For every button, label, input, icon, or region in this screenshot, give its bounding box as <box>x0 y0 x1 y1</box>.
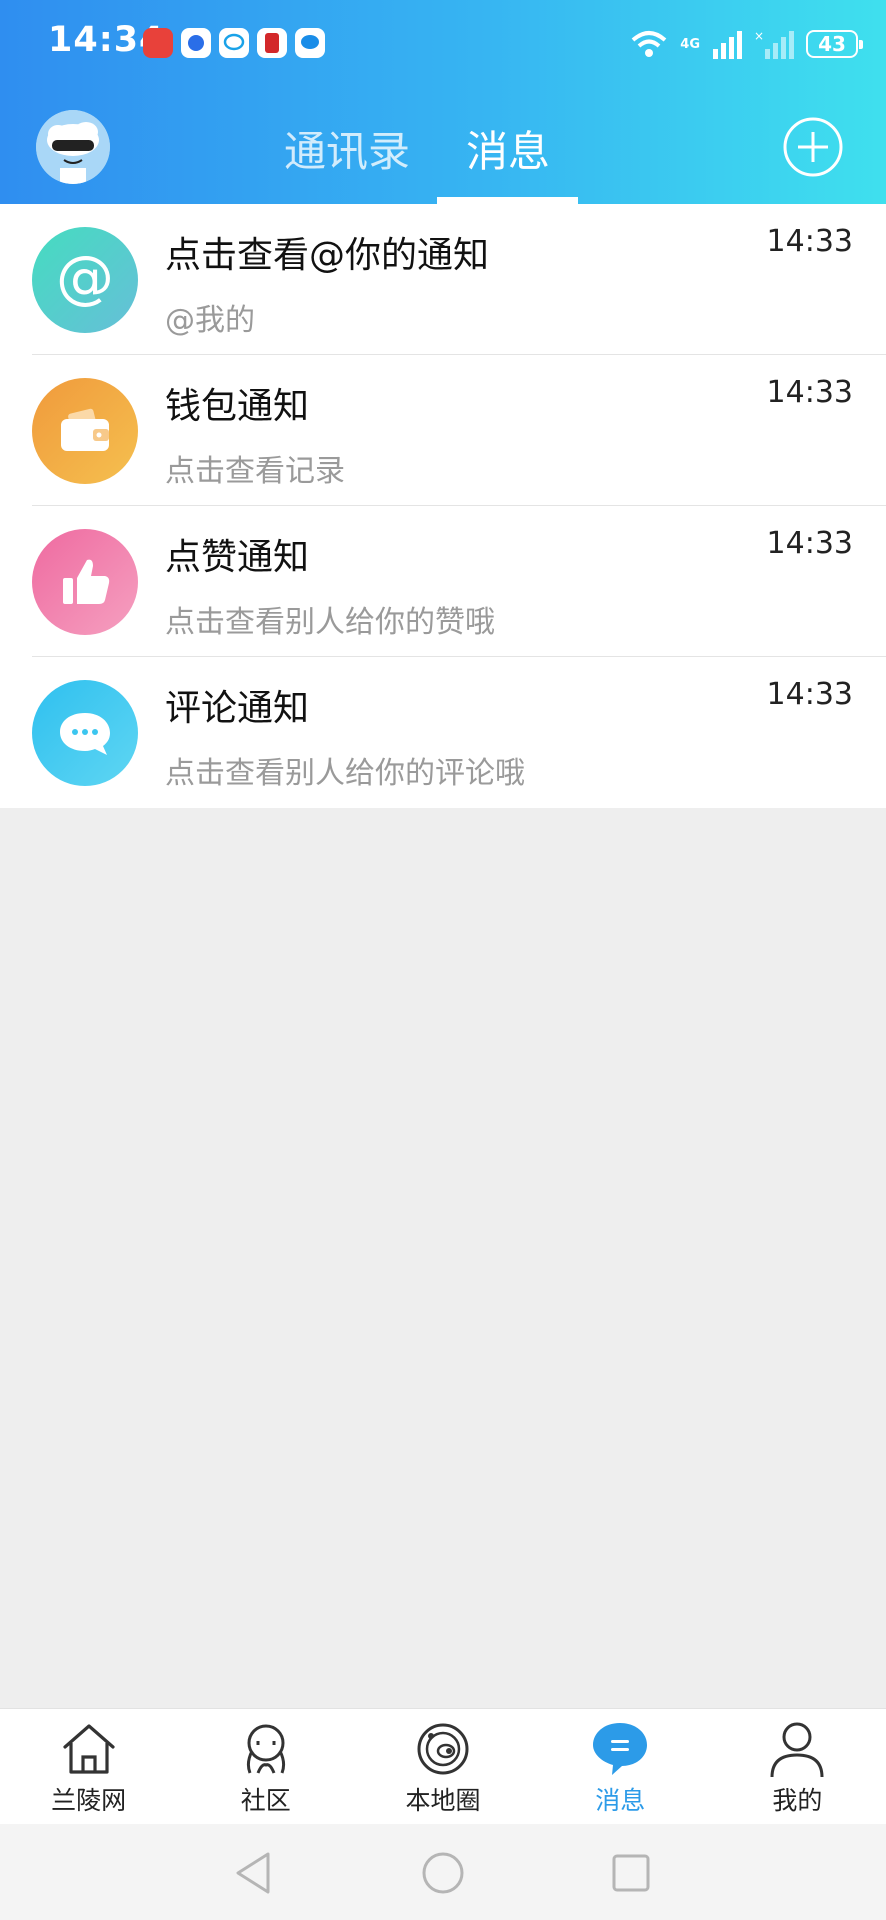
nav-item-local[interactable]: 本地圈 <box>354 1709 531 1825</box>
wifi-icon <box>631 31 667 57</box>
chat-bubble-icon <box>219 28 249 58</box>
message-time: 14:33 <box>766 677 853 712</box>
community-icon <box>246 1724 285 1774</box>
list-item-mentions[interactable]: @ 点击查看@你的通知 @我的 14:33 <box>0 204 886 355</box>
list-item-likes[interactable]: 点赞通知 点击查看别人给你的赞哦 14:33 <box>0 506 886 657</box>
nav-item-me[interactable]: 我的 <box>709 1709 886 1825</box>
system-nav-bar <box>0 1824 886 1920</box>
home-circle-icon[interactable] <box>420 1850 466 1896</box>
nav-label: 社区 <box>240 1786 291 1815</box>
message-title: 钱包通知 <box>165 386 310 427</box>
active-tab-indicator <box>437 197 578 204</box>
message-subtitle: 点击查看别人给你的赞哦 <box>165 605 495 640</box>
app-icon-blue <box>181 28 211 58</box>
person-icon <box>770 1722 824 1778</box>
bottom-nav: 兰陵网 社区 本地圈 消息 我的 <box>0 1708 886 1825</box>
tab-messages[interactable]: 消息 <box>466 118 550 179</box>
battery-level: 43 <box>818 32 846 56</box>
message-subtitle: 点击查看记录 <box>165 454 345 489</box>
comment-icon <box>32 680 138 786</box>
nav-label: 我的 <box>772 1786 823 1815</box>
list-item-comments[interactable]: 评论通知 点击查看别人给你的评论哦 14:33 <box>0 657 886 808</box>
nav-item-messages[interactable]: 消息 <box>532 1709 709 1825</box>
planet-icon <box>417 1723 469 1775</box>
signal-weak-icon: × <box>754 29 794 59</box>
nav-label: 消息 <box>595 1786 646 1815</box>
app-icon-red-2 <box>257 28 287 58</box>
message-subtitle: @我的 <box>165 303 255 338</box>
wallet-icon <box>32 378 138 484</box>
message-title: 评论通知 <box>165 688 310 729</box>
app-icon-red <box>143 28 173 58</box>
list-item-wallet[interactable]: 钱包通知 点击查看记录 14:33 <box>0 355 886 506</box>
recents-square-icon[interactable] <box>608 1850 654 1896</box>
signal-icon <box>713 31 742 59</box>
nav-label: 兰陵网 <box>51 1786 127 1815</box>
message-time: 14:33 <box>766 526 853 561</box>
message-icon <box>593 1723 648 1775</box>
message-time: 14:33 <box>766 224 853 259</box>
svg-text:@: @ <box>56 245 114 311</box>
message-subtitle: 点击查看别人给你的评论哦 <box>165 756 525 791</box>
back-triangle-icon[interactable] <box>230 1850 276 1896</box>
nav-label: 本地圈 <box>405 1786 481 1815</box>
at-icon: @ <box>32 227 138 333</box>
message-time: 14:33 <box>766 375 853 410</box>
svg-text:×: × <box>754 29 764 43</box>
avatar[interactable] <box>36 110 110 184</box>
plus-circle-icon[interactable] <box>782 116 844 178</box>
tab-contacts[interactable]: 通讯录 <box>284 118 410 179</box>
home-icon <box>62 1724 115 1774</box>
message-list: @ 点击查看@你的通知 @我的 14:33 钱包通知 点击查看记录 14:33 <box>0 204 886 808</box>
battery-icon: 43 <box>806 30 863 58</box>
message-title: 点赞通知 <box>165 537 310 578</box>
message-app-icon <box>295 28 325 58</box>
message-title: 点击查看@你的通知 <box>165 235 490 276</box>
nav-item-community[interactable]: 社区 <box>177 1709 354 1825</box>
network-label: 4G <box>680 36 700 52</box>
header: 14:34 4G × 43 通讯录 消息 <box>0 0 886 204</box>
status-indicators: 4G × 43 <box>630 24 863 64</box>
nav-item-home[interactable]: 兰陵网 <box>0 1709 177 1825</box>
thumbs-up-icon <box>32 529 138 635</box>
